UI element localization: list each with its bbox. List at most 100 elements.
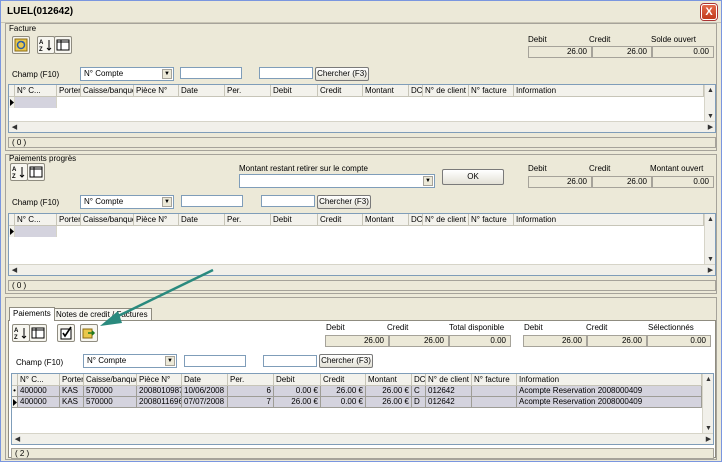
col-header[interactable]: Per. — [225, 214, 271, 226]
col-header[interactable]: Date — [182, 374, 228, 386]
chevron-right-icon[interactable]: ▶ — [705, 122, 715, 132]
chevron-right-icon[interactable]: ▶ — [703, 434, 713, 444]
col-header[interactable]: N° facture — [469, 85, 514, 97]
col-header[interactable]: Credit — [318, 85, 363, 97]
facture-empty-row[interactable] — [9, 97, 57, 108]
col-header[interactable]: Date — [179, 214, 225, 226]
col-header[interactable]: Caisse/banque — [81, 214, 134, 226]
col-header[interactable]: Information — [517, 374, 702, 386]
chevron-left-icon[interactable]: ◀ — [9, 265, 20, 275]
facture-hscroll[interactable]: ◀ ▶ — [9, 121, 715, 132]
col-header[interactable]: Pièce N° — [137, 374, 182, 386]
chevron-left-icon[interactable]: ◀ — [9, 122, 20, 132]
chevron-up-icon[interactable]: ▲ — [703, 374, 713, 385]
columns-button[interactable] — [29, 324, 47, 342]
sort-button[interactable]: AZ — [12, 324, 30, 342]
refresh-button[interactable] — [12, 36, 30, 54]
columns-button[interactable] — [27, 163, 45, 181]
cell-debit: 0.00 € — [274, 386, 321, 397]
pay-search-input-2[interactable] — [263, 355, 317, 367]
chevron-left-icon[interactable]: ◀ — [12, 434, 23, 444]
col-header[interactable]: Montant — [366, 374, 412, 386]
col-header[interactable]: Date — [179, 85, 225, 97]
chevron-down-icon[interactable]: ▼ — [162, 197, 172, 207]
columns-button[interactable] — [54, 36, 72, 54]
col-header[interactable]: Porter — [60, 374, 84, 386]
col-header[interactable]: N° facture — [469, 214, 514, 226]
paiements-progres-caption: Paiements progrès — [9, 154, 77, 163]
select-button[interactable] — [57, 324, 75, 342]
annotation-arrow — [100, 268, 214, 326]
close-button[interactable]: X — [701, 4, 717, 20]
col-header[interactable]: Montant — [363, 85, 409, 97]
chevron-up-icon[interactable]: ▲ — [705, 85, 715, 96]
cell-caisse: 570000 — [84, 386, 137, 397]
table-row[interactable]: 400000 KAS 570000 2008011696 07/07/2008 … — [12, 397, 702, 408]
col-header[interactable]: Credit — [318, 214, 363, 226]
pp-search-input-2[interactable] — [261, 195, 315, 207]
pp-champ-select[interactable]: N° Compte ▼ — [80, 195, 174, 209]
facture-search-input[interactable] — [180, 67, 242, 79]
pay-search-input[interactable] — [184, 355, 246, 367]
facture-champ-select[interactable]: N° Compte ▼ — [80, 67, 174, 81]
chevron-down-icon[interactable]: ▼ — [165, 356, 175, 366]
cell-compte: 400000 — [18, 386, 60, 397]
chevron-down-icon[interactable]: ▼ — [423, 176, 433, 186]
sort-button[interactable]: AZ — [37, 36, 55, 54]
facture-search-input-2[interactable] — [259, 67, 313, 79]
chevron-down-icon[interactable]: ▼ — [162, 69, 172, 79]
col-header[interactable]: Pièce N° — [134, 214, 179, 226]
facture-vscroll[interactable]: ▲ ▼ — [704, 85, 715, 123]
facture-champ-label: Champ (F10) — [12, 70, 60, 79]
col-header[interactable]: N° de client — [423, 214, 469, 226]
pp-empty-row[interactable] — [9, 226, 57, 237]
pp-chercher-button[interactable]: Chercher (F3) — [317, 195, 371, 209]
pp-vscroll[interactable]: ▲ ▼ — [704, 214, 715, 266]
pp-debit-label: Debit — [528, 164, 547, 173]
ok-button[interactable]: OK — [442, 169, 504, 185]
col-header[interactable]: N° de client — [426, 374, 472, 386]
pay-champ-select[interactable]: N° Compte ▼ — [83, 354, 177, 368]
cell-per: 6 — [228, 386, 274, 397]
table-row[interactable]: • 400000 KAS 570000 2008010987 10/06/200… — [12, 386, 702, 397]
pp-search-input[interactable] — [181, 195, 243, 207]
col-header[interactable]: DC — [409, 85, 423, 97]
pay-chercher-button[interactable]: Chercher (F3) — [319, 354, 373, 368]
col-header[interactable]: DC — [409, 214, 423, 226]
col-header[interactable]: Montant — [363, 214, 409, 226]
col-header[interactable]: Debit — [271, 214, 318, 226]
tab-paiements[interactable]: Paiements — [9, 307, 55, 321]
col-header[interactable]: DC — [412, 374, 426, 386]
pay-vscroll[interactable]: ▲ ▼ — [702, 374, 713, 435]
col-header[interactable]: Per. — [228, 374, 274, 386]
col-header[interactable]: Debit — [274, 374, 321, 386]
col-header[interactable]: Debit — [271, 85, 318, 97]
cell-client: 012642 — [426, 397, 472, 408]
col-header[interactable]: Information — [514, 85, 704, 97]
col-header[interactable]: Porter — [57, 85, 81, 97]
col-header[interactable]: Per. — [225, 85, 271, 97]
col-header[interactable]: Caisse/banque — [84, 374, 137, 386]
col-header[interactable]: Pièce N° — [134, 85, 179, 97]
sort-button[interactable]: AZ — [10, 163, 28, 181]
col-header[interactable]: Information — [514, 214, 704, 226]
col-header[interactable]: N° C... — [15, 85, 57, 97]
col-header[interactable]: N° C... — [15, 214, 57, 226]
col-header[interactable]: N° facture — [472, 374, 517, 386]
col-header[interactable]: Credit — [321, 374, 366, 386]
cell-porter: KAS — [60, 397, 84, 408]
cell-facture — [472, 397, 517, 408]
paiements-grid[interactable]: N° C... Porter Caisse/banque Pièce N° Da… — [11, 373, 714, 445]
facture-credit-label: Credit — [589, 35, 611, 44]
pay-hscroll[interactable]: ◀ ▶ — [12, 433, 713, 444]
montant-restant-select[interactable]: ▼ — [239, 174, 435, 188]
col-header[interactable]: Porter — [57, 214, 81, 226]
col-header[interactable]: N° C... — [18, 374, 60, 386]
col-header[interactable]: N° de client — [423, 85, 469, 97]
col-header[interactable]: Caisse/banque — [81, 85, 134, 97]
facture-chercher-button[interactable]: Chercher (F3) — [315, 67, 369, 81]
facture-grid-header: N° C... Porter Caisse/banque Pièce N° Da… — [9, 85, 709, 97]
facture-grid[interactable]: N° C... Porter Caisse/banque Pièce N° Da… — [8, 84, 716, 133]
chevron-up-icon[interactable]: ▲ — [705, 214, 715, 225]
chevron-right-icon[interactable]: ▶ — [705, 265, 715, 275]
